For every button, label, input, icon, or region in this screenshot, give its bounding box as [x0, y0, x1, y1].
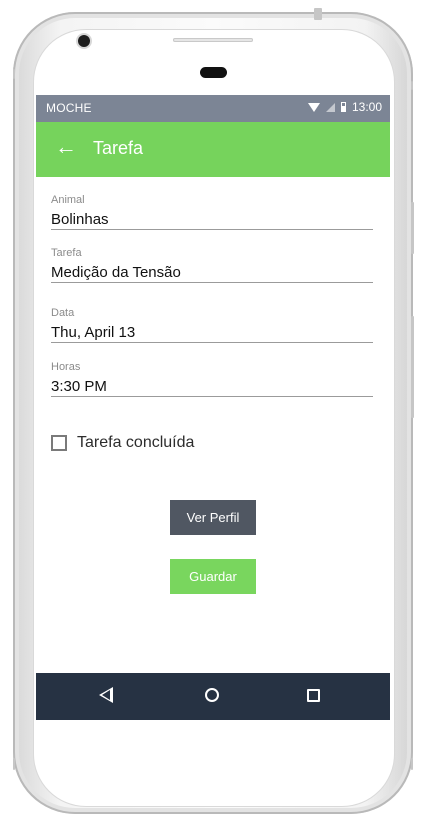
- page-title: Tarefa: [93, 138, 144, 158]
- front-camera: [78, 35, 90, 47]
- task-complete-checkbox[interactable]: [51, 435, 67, 451]
- bottom-right-button: [411, 758, 413, 770]
- signal-icon: [325, 102, 335, 112]
- save-button[interactable]: Guardar: [170, 559, 256, 594]
- android-navigation-bar: [36, 673, 390, 720]
- home-icon[interactable]: [205, 688, 219, 702]
- time-label: Horas: [51, 361, 81, 373]
- wifi-icon: [307, 102, 320, 112]
- task-label: Tarefa: [51, 247, 82, 259]
- app-screen: MOCHE 13:00 ← Tarefa Animal Bolinhas Tar…: [36, 95, 390, 720]
- task-value[interactable]: Medição da Tensão: [51, 264, 373, 283]
- right-button-upper: [411, 81, 413, 90]
- time-field[interactable]: Horas 3:30 PM: [51, 361, 373, 397]
- carrier-name: MOCHE: [46, 101, 92, 115]
- navigation-back-icon[interactable]: [99, 687, 113, 703]
- date-value[interactable]: Thu, April 13: [51, 324, 373, 343]
- task-field[interactable]: Tarefa Medição da Tensão: [51, 247, 373, 283]
- animal-label: Animal: [51, 194, 85, 206]
- animal-field[interactable]: Animal Bolinhas: [51, 194, 373, 230]
- status-time: 13:00: [351, 100, 382, 114]
- top-button: [314, 8, 322, 20]
- task-complete-row[interactable]: Tarefa concluída: [51, 434, 194, 452]
- status-bar: MOCHE 13:00: [36, 95, 390, 122]
- back-arrow-icon[interactable]: ←: [55, 136, 79, 158]
- animal-value[interactable]: Bolinhas: [51, 211, 373, 230]
- view-profile-button[interactable]: Ver Perfil: [170, 500, 256, 535]
- battery-icon: [340, 102, 346, 112]
- volume-down-button: [411, 316, 414, 418]
- left-button: [13, 69, 15, 79]
- task-complete-label[interactable]: Tarefa concluída: [77, 434, 194, 452]
- recents-icon[interactable]: [307, 689, 320, 702]
- date-field[interactable]: Data Thu, April 13: [51, 307, 373, 343]
- volume-up-button: [411, 202, 414, 254]
- app-bar: ← Tarefa: [36, 122, 390, 177]
- status-icons: 13:00: [307, 100, 382, 114]
- bottom-left-button: [13, 758, 15, 770]
- time-value[interactable]: 3:30 PM: [51, 378, 373, 397]
- top-speaker: [173, 38, 253, 42]
- date-label: Data: [51, 307, 75, 319]
- earpiece: [200, 67, 227, 78]
